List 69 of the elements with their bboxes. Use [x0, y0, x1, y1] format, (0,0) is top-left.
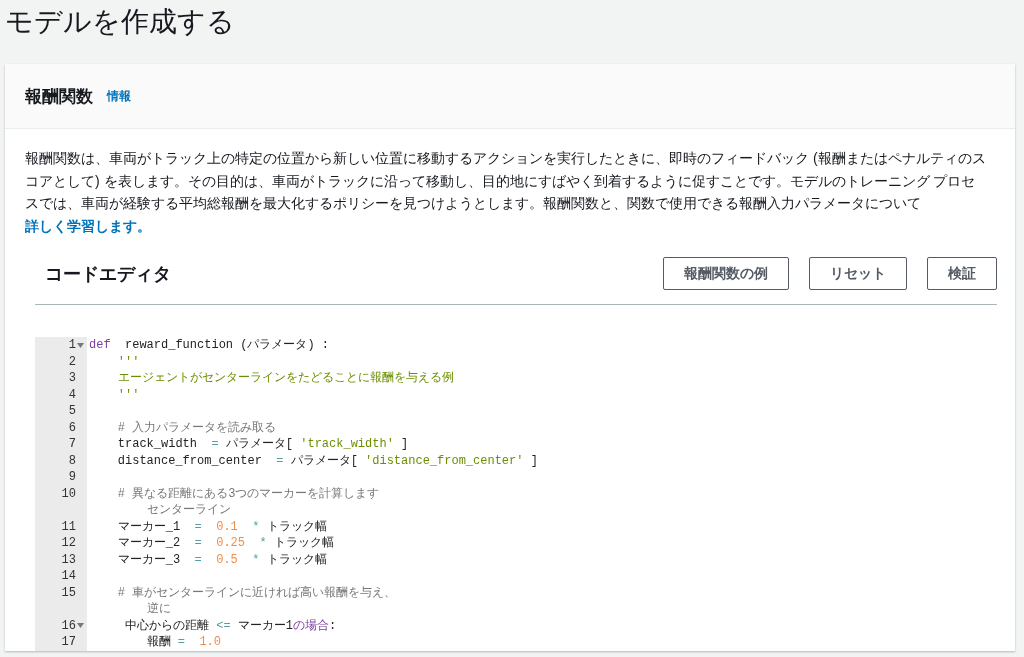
line-number: 1 [68, 337, 76, 354]
code-token: マーカー_3 [116, 552, 182, 567]
code-token: エージェントがセンターラインをたどることに報酬を与える例 [116, 371, 454, 385]
code-token: トラック幅 [272, 536, 334, 550]
line-number: 4 [68, 386, 76, 403]
line-number: 3 [68, 370, 76, 387]
line-number: 2 [68, 353, 76, 370]
code-token: track_width [116, 437, 199, 451]
code-token: ''' [116, 354, 140, 369]
editor-button[interactable]: 検証 [927, 257, 997, 290]
code-token: = [194, 536, 202, 550]
code-token: ] [529, 453, 538, 468]
line-number: 9 [68, 469, 76, 486]
line-number: 7 [68, 436, 76, 453]
description-text: 報酬関数は、車両がトラック上の特定の位置から新しい位置に移動するアクションを実行したときに、即時のフィードバック (報酬またはペナルティのスコアとして) を表します。その目的は、車両がトラックに沿って移動し、目的地にすばやく到着するように促すことです。モデルのトレーニング プロセスでは、車両が経験する平均総報酬を最大化するポリシーを見つけようとします。報酬関数と、関数で使用できる報酬入力パラメータについて 詳しく学習します。 [25, 149, 987, 236]
line-number: 10 [61, 485, 76, 502]
code-token: * [251, 552, 260, 567]
code-token: = [177, 635, 185, 649]
code-token: センターライン [145, 503, 231, 517]
code-token: ''' [116, 387, 140, 402]
line-number: 6 [68, 419, 76, 436]
code-token: * [258, 536, 267, 550]
code-token: # 車がセンターラインに近ければ高い報酬を与え、 [116, 585, 397, 600]
code-token: * [251, 519, 260, 534]
line-number: 12 [61, 535, 76, 552]
line-number: 5 [68, 403, 76, 420]
code-token: 1.0 [198, 635, 222, 649]
line-number: 13 [61, 551, 76, 568]
code-token: <= [216, 618, 231, 633]
code-token: = [276, 453, 284, 468]
editor-button[interactable]: リセット [809, 257, 907, 290]
code-token: = [194, 552, 202, 567]
line-number: 17 [61, 634, 76, 651]
code-token: パラメータ[ [289, 453, 359, 468]
code-token: 'distance_from_center' [365, 453, 524, 468]
code-token: def [89, 338, 111, 352]
code-token: 0.5 [215, 552, 238, 567]
line-number: 15 [61, 584, 76, 601]
editor-button[interactable]: 報酬関数の例 [663, 257, 789, 290]
code-token: reward_function (パラメータ) : [124, 338, 330, 352]
code-token: マーカー_2 [116, 536, 182, 550]
code-token: パラメータ[ [224, 437, 295, 451]
line-number: 11 [61, 518, 76, 535]
info-link[interactable]: 情報 [107, 87, 131, 105]
code-token: # 入力パラメータを読み取る [116, 420, 277, 435]
learn-more-link[interactable]: 詳しく学習します。 [25, 217, 151, 234]
line-number: 14 [61, 568, 76, 585]
code-token: distance_from_center [116, 453, 263, 468]
code-token: 0.1 [215, 519, 238, 534]
code-token: マーカー1 [236, 618, 294, 633]
editor-title: コードエディタ [45, 262, 171, 286]
code-token: 0.25 [215, 536, 246, 550]
code-token: 中心からの距離 [124, 618, 210, 633]
code-token: ] [400, 437, 409, 451]
line-number: 8 [68, 452, 76, 469]
code-token: マーカー_1 [116, 519, 182, 534]
code-token: トラック幅 [265, 552, 327, 567]
code-token: 報酬 [145, 635, 172, 649]
line-number: 16 [61, 617, 76, 634]
code-token: = [211, 437, 219, 451]
code-token: トラック幅 [265, 519, 327, 534]
code-token: 'track_width' [300, 437, 394, 451]
code-token: # 異なる距離にある3つのマーカーを計算します [116, 486, 380, 501]
code-token: の場合 [293, 618, 330, 633]
code-token: = [194, 519, 202, 534]
page-title: モデルを作成する [5, 5, 236, 39]
code-token: : [329, 618, 337, 633]
code-token: 逆に [145, 602, 171, 616]
panel-title: 報酬関数 [25, 85, 93, 108]
